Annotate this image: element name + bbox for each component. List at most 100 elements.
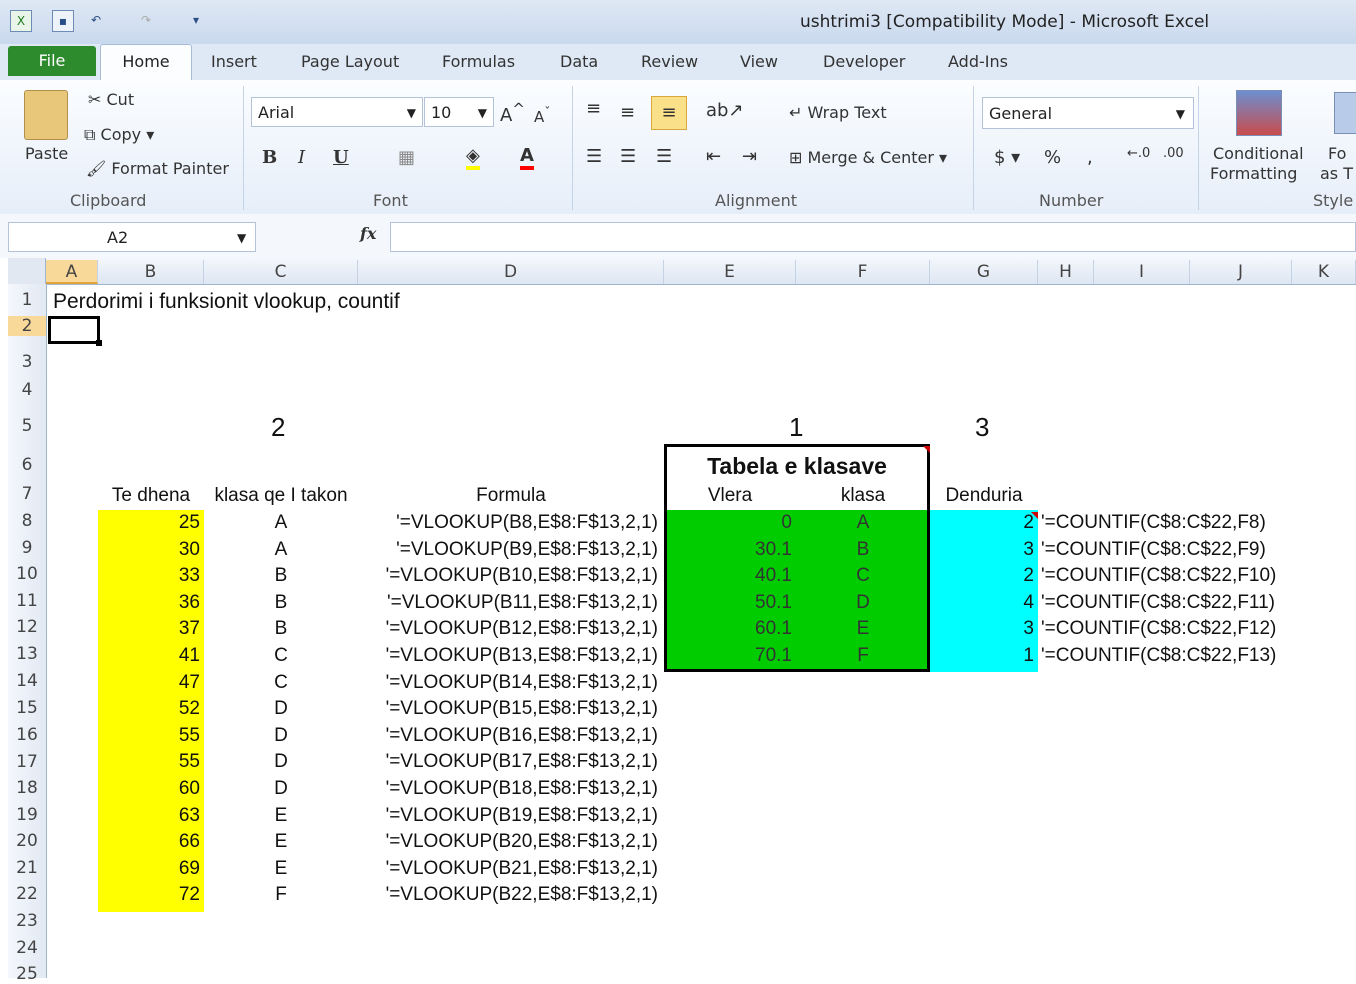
column-header-f[interactable]: F xyxy=(796,260,930,284)
row-header-10[interactable]: 10 xyxy=(8,564,46,584)
cell-e9[interactable]: 30.1 xyxy=(664,539,792,561)
row-header-9[interactable]: 9 xyxy=(8,538,46,558)
redo-icon[interactable]: ↷ xyxy=(136,10,156,30)
row-header-18[interactable]: 18 xyxy=(8,778,46,798)
cell-d22[interactable]: '=VLOOKUP(B22,E$8:F$13,2,1) xyxy=(358,884,658,906)
row-header-3[interactable]: 3 xyxy=(8,352,46,372)
insert-function-icon[interactable]: fx xyxy=(360,224,376,243)
row-header-12[interactable]: 12 xyxy=(8,617,46,637)
cell-e7-header[interactable]: Vlera xyxy=(664,485,796,507)
column-header-j[interactable]: J xyxy=(1190,260,1292,284)
row-header-24[interactable]: 24 xyxy=(8,938,46,958)
column-header-h[interactable]: H xyxy=(1038,260,1094,284)
wrap-text-button[interactable]: ↵ Wrap Text xyxy=(789,103,887,122)
align-top-icon[interactable]: ≡ xyxy=(586,98,601,119)
align-right-icon[interactable]: ☰ xyxy=(656,146,672,167)
font-size-select[interactable]: 10 ▼ xyxy=(424,97,494,127)
cell-b8[interactable]: 25 xyxy=(98,512,200,534)
italic-button[interactable]: I xyxy=(298,147,305,168)
cell-g5[interactable]: 3 xyxy=(975,412,989,443)
cell-g10[interactable]: 2 xyxy=(930,565,1034,587)
tab-home[interactable]: Home xyxy=(100,44,192,81)
cell-d8[interactable]: '=VLOOKUP(B8,E$8:F$13,2,1) xyxy=(358,512,658,534)
cell-e8[interactable]: 0 xyxy=(664,512,792,534)
row-header-14[interactable]: 14 xyxy=(8,671,46,691)
cell-d20[interactable]: '=VLOOKUP(B20,E$8:F$13,2,1) xyxy=(358,831,658,853)
cell-b17[interactable]: 55 xyxy=(98,751,200,773)
cell-b20[interactable]: 66 xyxy=(98,831,200,853)
cell-e10[interactable]: 40.1 xyxy=(664,565,792,587)
cell-b11[interactable]: 36 xyxy=(98,592,200,614)
tab-view[interactable]: View xyxy=(740,52,778,71)
font-color-icon[interactable]: A xyxy=(520,145,534,170)
cell-h10[interactable]: '=COUNTIF(C$8:C$22,F10) xyxy=(1041,565,1341,587)
customize-qat-icon[interactable]: ▾ xyxy=(186,10,206,30)
cell-b16[interactable]: 55 xyxy=(98,725,200,747)
format-painter-button[interactable]: 🖌 Format Painter xyxy=(86,159,229,178)
column-header-c[interactable]: C xyxy=(204,260,358,284)
align-bottom-icon[interactable]: ≡ xyxy=(651,96,687,130)
align-middle-icon[interactable]: ≡ xyxy=(620,102,635,123)
cell-g12[interactable]: 3 xyxy=(930,618,1034,640)
cell-h12[interactable]: '=COUNTIF(C$8:C$22,F12) xyxy=(1041,618,1341,640)
percent-icon[interactable]: % xyxy=(1044,147,1061,168)
cell-c14[interactable]: C xyxy=(204,672,358,694)
cell-d18[interactable]: '=VLOOKUP(B18,E$8:F$13,2,1) xyxy=(358,778,658,800)
cell-f7-header[interactable]: klasa xyxy=(796,485,930,507)
row-header-25[interactable]: 25 xyxy=(8,964,46,984)
tab-data[interactable]: Data xyxy=(560,52,598,71)
formula-input[interactable] xyxy=(390,222,1356,252)
cell-d9[interactable]: '=VLOOKUP(B9,E$8:F$13,2,1) xyxy=(358,539,658,561)
tab-add-ins[interactable]: Add-Ins xyxy=(948,52,1008,71)
paste-button[interactable]: Paste xyxy=(25,144,68,163)
column-header-a[interactable]: A xyxy=(46,260,98,284)
cell-d21[interactable]: '=VLOOKUP(B21,E$8:F$13,2,1) xyxy=(358,858,658,880)
cell-e6-table-title[interactable]: Tabela e klasave xyxy=(664,453,930,480)
name-box[interactable]: A2 ▼ xyxy=(8,222,256,252)
cell-b22[interactable]: 72 xyxy=(98,884,200,906)
row-header-5[interactable]: 5 xyxy=(8,416,46,436)
cell-h13[interactable]: '=COUNTIF(C$8:C$22,F13) xyxy=(1041,645,1341,667)
row-header-11[interactable]: 11 xyxy=(8,591,46,611)
paste-icon[interactable] xyxy=(24,90,68,140)
column-header-i[interactable]: I xyxy=(1094,260,1190,284)
cell-e5[interactable]: 1 xyxy=(789,412,803,443)
cell-c11[interactable]: B xyxy=(204,592,358,614)
cell-f10[interactable]: C xyxy=(796,565,930,587)
font-name-select[interactable]: Arial ▼ xyxy=(251,97,423,127)
row-header-6[interactable]: 6 xyxy=(8,455,46,475)
cell-b10[interactable]: 33 xyxy=(98,565,200,587)
tab-insert[interactable]: Insert xyxy=(211,52,257,71)
cell-c20[interactable]: E xyxy=(204,831,358,853)
cell-a1-title[interactable]: Perdorimi i funksionit vlookup, countif xyxy=(53,290,400,314)
save-icon[interactable]: ▪ xyxy=(52,10,74,32)
shrink-font-icon[interactable]: Aˇ xyxy=(534,104,551,126)
cell-c5[interactable]: 2 xyxy=(271,412,285,443)
cell-h8[interactable]: '=COUNTIF(C$8:C$22,F8) xyxy=(1041,512,1341,534)
cell-d14[interactable]: '=VLOOKUP(B14,E$8:F$13,2,1) xyxy=(358,672,658,694)
row-header-13[interactable]: 13 xyxy=(8,644,46,664)
cell-h9[interactable]: '=COUNTIF(C$8:C$22,F9) xyxy=(1041,539,1341,561)
row-header-19[interactable]: 19 xyxy=(8,805,46,825)
comma-icon[interactable]: , xyxy=(1087,147,1093,168)
row-header-7[interactable]: 7 xyxy=(8,484,46,504)
row-header-4[interactable]: 4 xyxy=(8,380,46,400)
cell-b15[interactable]: 52 xyxy=(98,698,200,720)
cell-b7-header[interactable]: Te dhena xyxy=(98,485,204,507)
cell-g11[interactable]: 4 xyxy=(930,592,1034,614)
bold-button[interactable]: B xyxy=(262,147,277,168)
select-all-button[interactable] xyxy=(8,258,46,284)
row-header-17[interactable]: 17 xyxy=(8,752,46,772)
row-header-16[interactable]: 16 xyxy=(8,725,46,745)
conditional-formatting-icon[interactable] xyxy=(1236,90,1282,136)
cell-c22[interactable]: F xyxy=(204,884,358,906)
row-header-21[interactable]: 21 xyxy=(8,858,46,878)
column-header-d[interactable]: D xyxy=(358,260,664,284)
cell-c15[interactable]: D xyxy=(204,698,358,720)
cell-b13[interactable]: 41 xyxy=(98,645,200,667)
column-header-e[interactable]: E xyxy=(664,260,796,284)
selected-cell-a2[interactable] xyxy=(48,316,100,344)
format-as-table-icon[interactable] xyxy=(1334,92,1356,134)
orientation-icon[interactable]: ab↗ xyxy=(706,100,744,121)
format-as-table-button[interactable]: Fo xyxy=(1328,144,1346,163)
